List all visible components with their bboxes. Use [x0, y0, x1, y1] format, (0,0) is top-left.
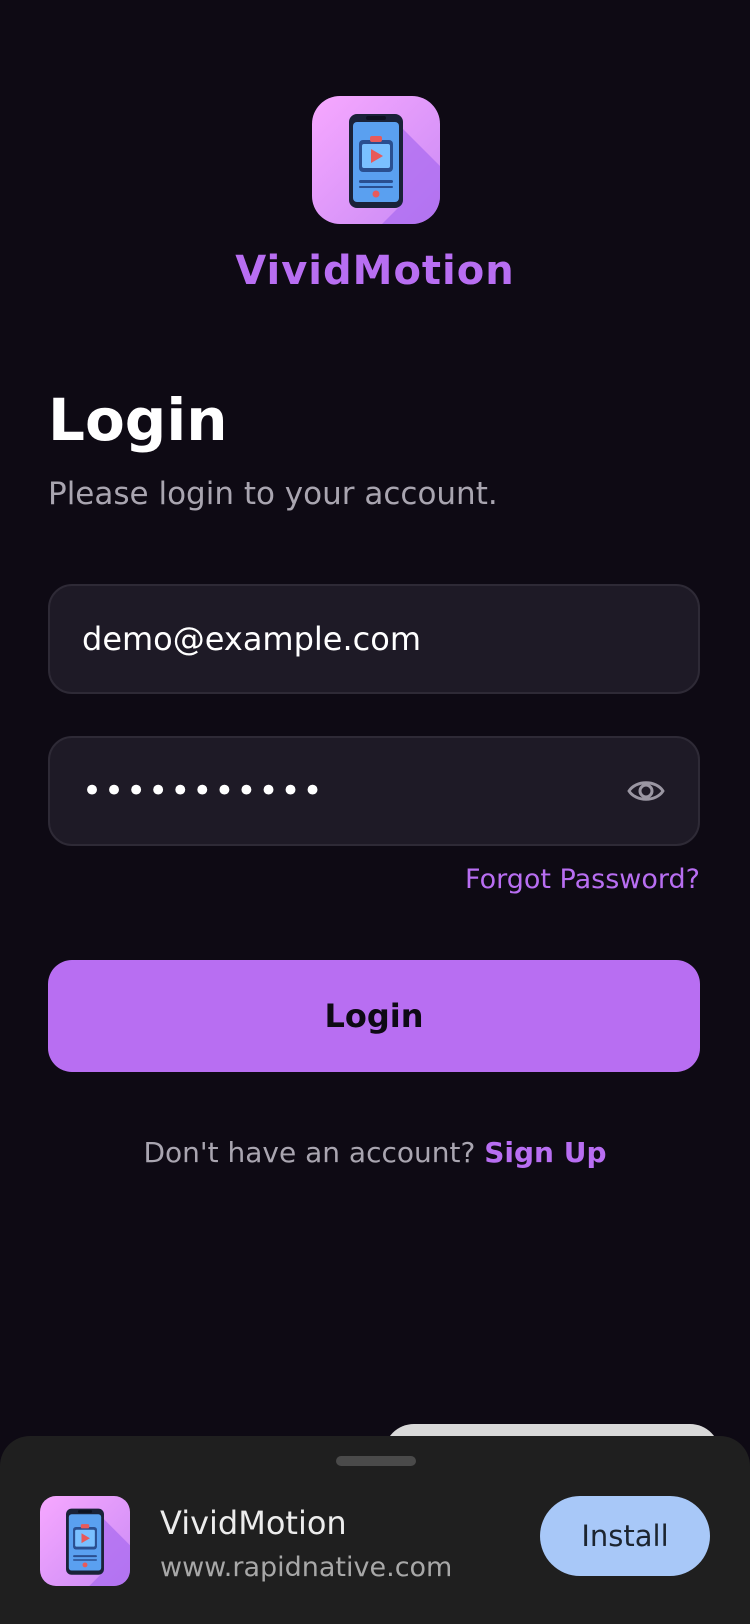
password-field-value: •••••••••••	[82, 771, 325, 811]
signup-row: Don't have an account? Sign Up	[0, 1136, 750, 1169]
login-button[interactable]: Login	[48, 960, 700, 1072]
app-name: VividMotion	[235, 248, 515, 294]
password-field[interactable]: •••••••••••	[48, 736, 700, 846]
signup-link[interactable]: Sign Up	[484, 1136, 606, 1169]
email-field-value: demo@example.com	[82, 620, 421, 658]
banner-app-name: VividMotion	[160, 1504, 347, 1542]
phone-play-icon	[312, 96, 440, 224]
forgot-password-link[interactable]: Forgot Password?	[465, 864, 700, 895]
banner-app-url: www.rapidnative.com	[160, 1552, 453, 1583]
eye-icon[interactable]	[626, 771, 666, 811]
phone-play-icon	[40, 1496, 130, 1586]
page-subtitle: Please login to your account.	[48, 476, 498, 512]
banner-app-logo	[40, 1496, 130, 1586]
install-button[interactable]: Install	[540, 1496, 710, 1576]
signup-prompt: Don't have an account?	[143, 1136, 476, 1169]
app-logo	[312, 96, 440, 224]
email-field[interactable]: demo@example.com	[48, 584, 700, 694]
install-banner: VividMotion www.rapidnative.com Install	[0, 1436, 750, 1624]
page-title: Login	[48, 386, 228, 454]
drag-handle[interactable]	[336, 1456, 416, 1466]
